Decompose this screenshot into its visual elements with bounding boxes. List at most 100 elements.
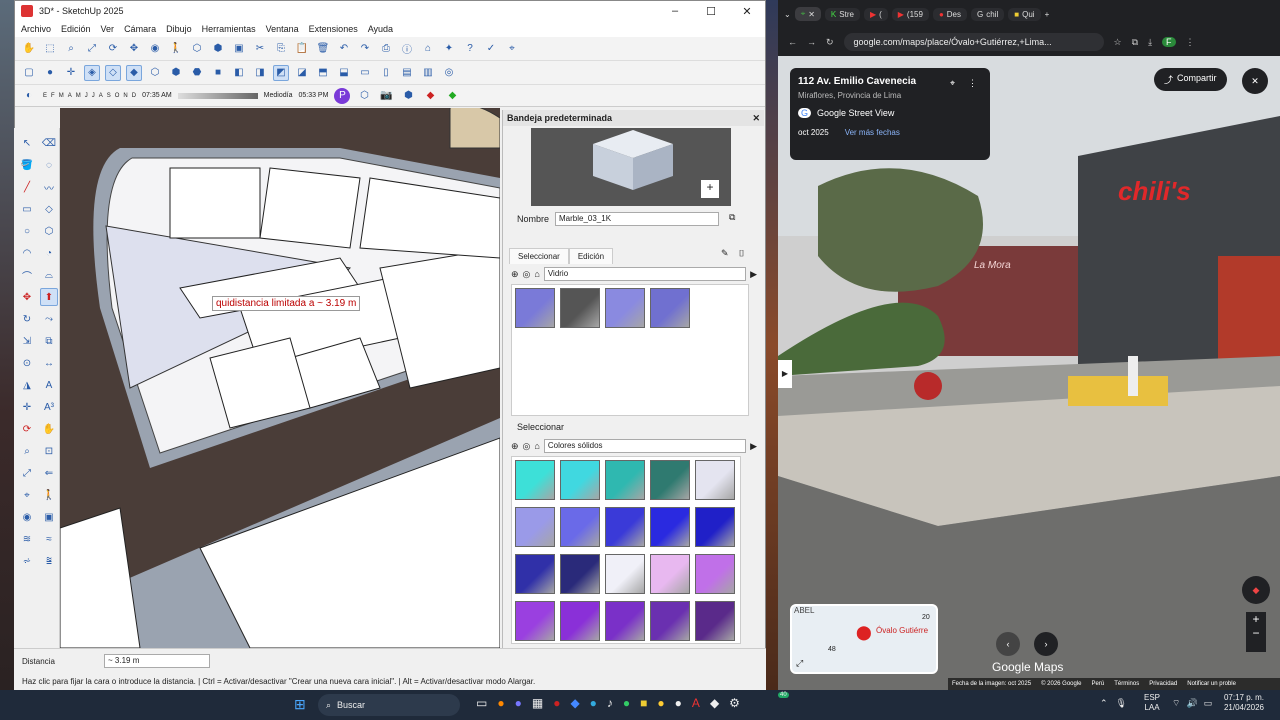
walk-icon[interactable]: 🚶 <box>168 41 184 57</box>
close-button[interactable]: ✕ <box>729 5 765 18</box>
monochrome-icon[interactable]: ■ <box>210 65 226 81</box>
select-icon[interactable]: ⬚ <box>42 41 58 57</box>
mini-map[interactable]: ABEL ⬤ Óvalo Gutiérre 20 48 ⤢ <box>790 604 938 674</box>
minimize-button[interactable]: – <box>657 5 693 18</box>
sandbox4-tool-icon[interactable]: ⩰ <box>40 552 58 570</box>
brush-icon[interactable]: ⌷ <box>739 248 744 259</box>
walk-tool-icon[interactable]: 🚶 <box>40 486 58 504</box>
library-select-1[interactable]: Vidrio <box>543 267 747 281</box>
circle-tool-icon[interactable]: ○ <box>18 222 36 240</box>
share-button[interactable]: ⤴ Compartir <box>1154 68 1227 91</box>
shaded-icon[interactable]: ⬢ <box>168 65 184 81</box>
tape-tool-icon[interactable]: ⊙ <box>18 354 36 372</box>
undo-icon[interactable]: ↶ <box>336 41 352 57</box>
lasso-tool-icon[interactable]: ◌ <box>40 156 58 174</box>
rotated-rect-icon[interactable]: ◇ <box>40 200 58 218</box>
back-icon[interactable]: ⊕ <box>511 441 519 452</box>
zoom-in-button[interactable]: + <box>1246 612 1266 626</box>
download-icon[interactable]: ⤓ <box>1148 37 1152 48</box>
mic-icon[interactable]: 🎙 <box>1116 698 1127 709</box>
push-pull-tool-icon[interactable]: ⬆ <box>40 288 58 306</box>
menu-icon[interactable]: ⋮ <box>1186 37 1195 48</box>
material-swatch[interactable] <box>560 601 600 641</box>
arc-tool-icon[interactable]: ◠ <box>18 244 36 262</box>
wireframe-icon[interactable]: ◆ <box>126 64 142 81</box>
sandbox-icon[interactable]: ⬢ <box>210 41 226 57</box>
street-view[interactable]: chili's La Mora 112 Av. Emilio Cavenecia… <box>778 56 1280 690</box>
select-tool-icon[interactable]: ↖ <box>18 134 36 152</box>
material-swatch[interactable] <box>695 554 735 594</box>
terms-link[interactable]: Términos <box>1114 681 1139 687</box>
material-swatch[interactable] <box>650 288 690 328</box>
print-icon[interactable]: ⎙ <box>378 41 394 57</box>
tag-icon[interactable]: ◎ <box>441 65 457 81</box>
left-view-icon[interactable]: ⬓ <box>336 65 352 81</box>
home-icon[interactable]: ⌂ <box>534 441 539 451</box>
hidden-line-icon[interactable]: ⬡ <box>147 65 163 81</box>
close-street-view-button[interactable]: ✕ <box>1242 68 1268 94</box>
tab-5[interactable]: Gchil <box>971 7 1005 21</box>
follow-me-tool-icon[interactable]: ⤳ <box>40 310 58 328</box>
paint-tool-icon[interactable]: 🪣 <box>18 156 36 174</box>
layers-icon[interactable]: ▤ <box>399 65 415 81</box>
group-icon[interactable]: ▭ <box>357 65 373 81</box>
zoom-extents-icon[interactable]: ⤢ <box>84 41 100 57</box>
steam-icon[interactable]: ● <box>675 696 682 710</box>
save-icon[interactable]: ▣ <box>231 41 247 57</box>
iso-view-icon[interactable]: ◧ <box>231 65 247 81</box>
dimension-tool-icon[interactable]: ↔ <box>40 354 58 372</box>
line-tool-icon[interactable]: ╱ <box>18 178 36 196</box>
profile-icon[interactable]: F <box>1162 37 1176 47</box>
redo-icon[interactable]: ↷ <box>357 41 373 57</box>
compass-icon[interactable]: ◆ <box>1242 576 1270 604</box>
camera-icon[interactable]: 📷 <box>378 88 394 104</box>
zoom-window-tool-icon[interactable]: ⊡ <box>40 442 58 460</box>
sandbox3-tool-icon[interactable]: ⩫ <box>18 552 36 570</box>
protractor-tool-icon[interactable]: ◮ <box>18 376 36 394</box>
sandbox2-tool-icon[interactable]: ≈ <box>40 530 58 548</box>
name-field[interactable]: Marble_03_1K <box>555 212 719 226</box>
language-indicator[interactable]: ESP LAA <box>1144 693 1160 713</box>
back-view-icon[interactable]: ⬒ <box>315 65 331 81</box>
axes-tool-icon[interactable]: ✛ <box>18 398 36 416</box>
rotate-tool-icon[interactable]: ↻ <box>18 310 36 328</box>
tab-1[interactable]: K Stre <box>824 7 860 21</box>
material-swatch[interactable] <box>605 507 645 547</box>
material-swatch[interactable] <box>695 507 735 547</box>
freehand-tool-icon[interactable]: 〰 <box>40 178 58 196</box>
tab-edit[interactable]: Edición <box>568 248 614 264</box>
move-tool-icon[interactable]: ✥ <box>18 288 36 306</box>
menu-ayuda[interactable]: Ayuda <box>368 24 393 34</box>
sketchup-pinned-icon[interactable]: ◆ <box>710 696 719 710</box>
tiktok-icon[interactable]: ♪ <box>607 696 613 710</box>
files-icon[interactable]: ▦ <box>532 696 543 710</box>
chevron-up-icon[interactable]: ⌃ <box>1100 698 1108 709</box>
library-select-2[interactable]: Colores sólidos <box>543 439 747 453</box>
material-swatch[interactable] <box>695 601 735 641</box>
backedges-icon[interactable]: ◇ <box>105 64 121 81</box>
tab-3[interactable]: ▶ (159 <box>891 7 929 21</box>
rectangle-tool-icon[interactable]: ▭ <box>18 200 36 218</box>
zoom-tool-icon[interactable]: ⌕ <box>18 442 36 460</box>
task-view-icon[interactable]: ▭ <box>476 696 487 710</box>
collapse-panel-button[interactable]: ▶ <box>778 360 792 388</box>
menu-ver[interactable]: Ver <box>101 24 115 34</box>
system-icons[interactable]: ⌔ 🔊 ▭ <box>1172 698 1212 709</box>
pan-icon[interactable]: ✥ <box>126 41 142 57</box>
warehouse-icon[interactable]: ⌂ <box>420 41 436 57</box>
duplicate-icon[interactable]: ⧉ <box>729 212 735 223</box>
start-icon[interactable]: ⊞ <box>294 696 306 713</box>
extension-icon[interactable]: ✦ <box>441 41 457 57</box>
axes-icon[interactable]: ✛ <box>63 65 79 81</box>
material-swatch[interactable] <box>605 460 645 500</box>
front-view-icon[interactable]: ◩ <box>273 64 289 81</box>
check-icon[interactable]: ✓ <box>483 41 499 57</box>
offset-tool-icon[interactable]: ⧉ <box>40 332 58 350</box>
component-icon[interactable]: ⬡ <box>189 41 205 57</box>
xray-icon[interactable]: ◈ <box>84 64 100 81</box>
right-view-icon[interactable]: ◪ <box>294 65 310 81</box>
teams-icon[interactable]: ● <box>515 696 522 710</box>
country-link[interactable]: Perú <box>1092 681 1105 687</box>
home-icon[interactable]: ⌂ <box>534 269 539 279</box>
tab-search-icon[interactable]: ⌄ <box>784 10 791 19</box>
